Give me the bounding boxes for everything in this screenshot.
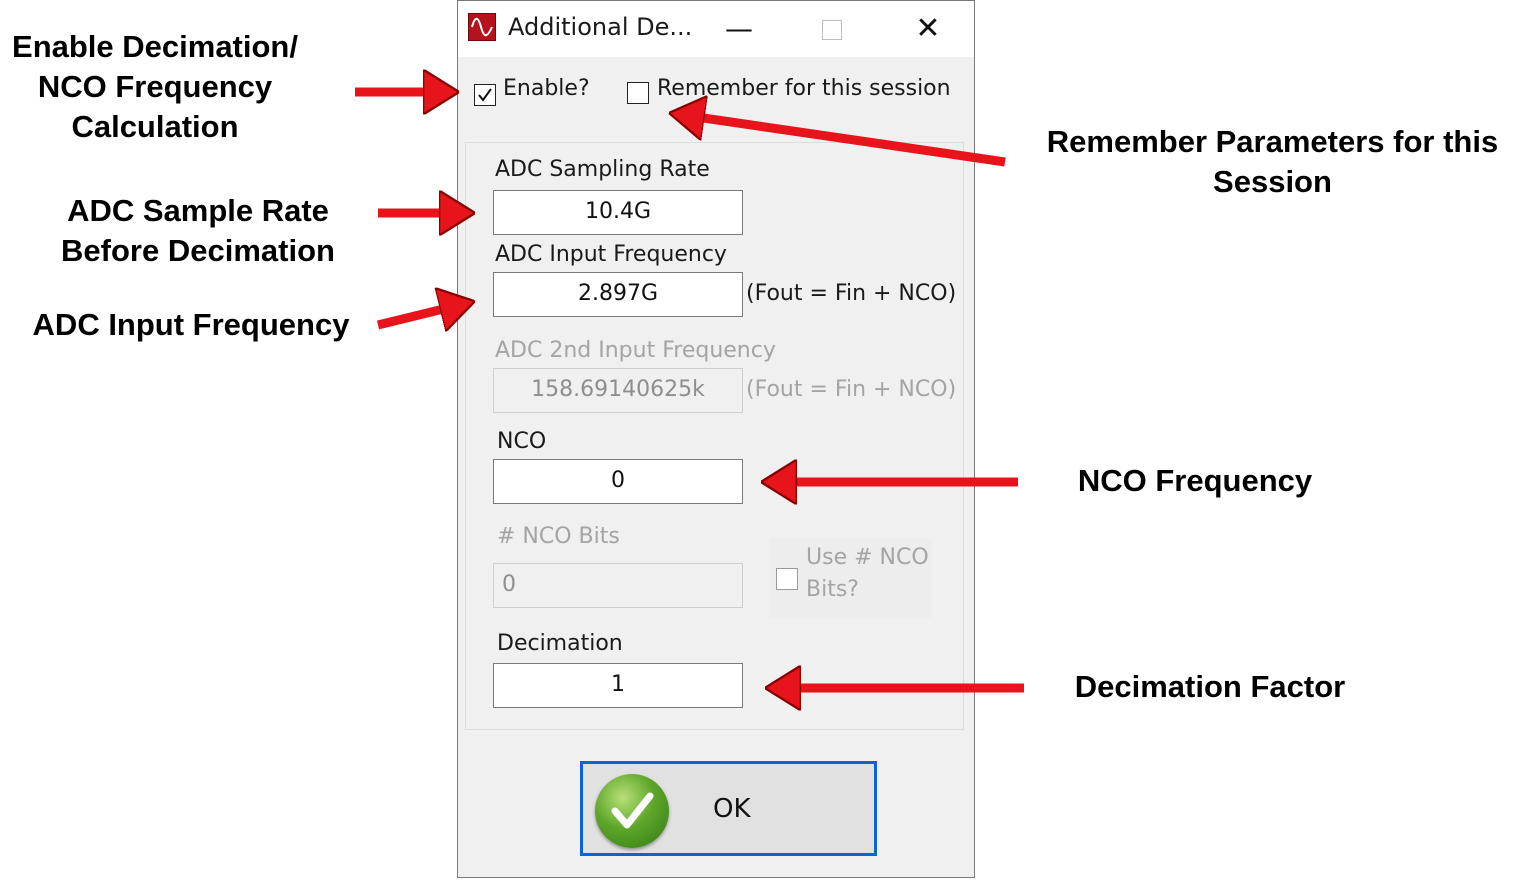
arrow-remember [676, 114, 1006, 167]
annotation-arrows [355, 0, 1024, 880]
arrow-input-frequency [376, 303, 468, 325]
